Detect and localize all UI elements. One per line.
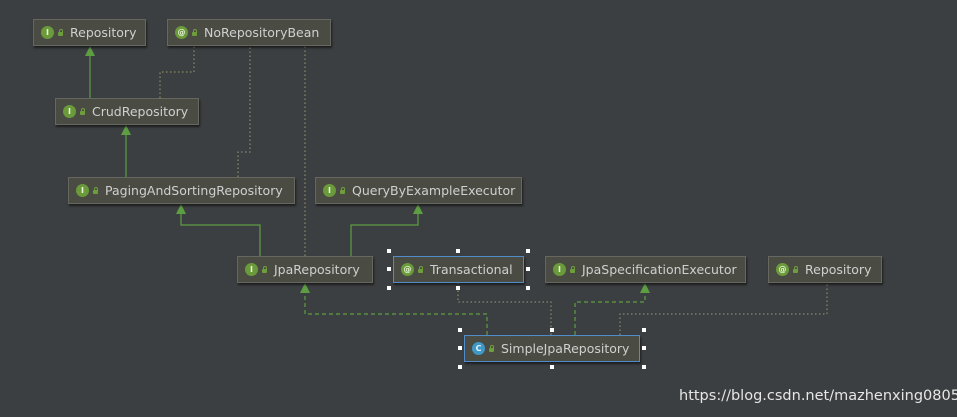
node-label: PagingAndSortingRepository xyxy=(105,183,283,198)
selection-handle[interactable] xyxy=(550,328,554,332)
diagram-canvas: I Repository @ NoRepositoryBean I CrudRe… xyxy=(0,0,957,417)
arrowhead xyxy=(413,204,423,214)
node-label: JpaRepository xyxy=(274,262,360,277)
class-icon: C xyxy=(472,342,485,355)
edge-annotated xyxy=(619,283,828,335)
interface-icon: I xyxy=(553,263,566,276)
lock-icon xyxy=(58,29,64,36)
lock-icon xyxy=(489,345,495,352)
node-label: Repository xyxy=(805,262,872,277)
selection-handle[interactable] xyxy=(642,346,646,350)
edge-annotated xyxy=(237,46,251,177)
watermark: https://blog.csdn.net/mazhenxing0805 xyxy=(679,388,957,404)
annotation-icon: @ xyxy=(401,263,414,276)
edge-annotated xyxy=(457,283,552,335)
node-label: QueryByExampleExecutor xyxy=(352,183,516,198)
node-label: NoRepositoryBean xyxy=(204,25,320,40)
node-querybyexampleexecutor[interactable]: I QueryByExampleExecutor xyxy=(315,177,522,204)
interface-icon: I xyxy=(245,263,258,276)
edge-implements xyxy=(574,290,646,335)
lock-icon xyxy=(93,187,99,194)
selection-handle[interactable] xyxy=(526,286,530,290)
node-label: CrudRepository xyxy=(92,104,189,119)
selection-handle[interactable] xyxy=(642,328,646,332)
node-jparepository[interactable]: I JpaRepository xyxy=(237,256,373,283)
node-label: Transactional xyxy=(430,262,513,277)
selection-handle[interactable] xyxy=(387,286,391,290)
selection-handle[interactable] xyxy=(458,328,462,332)
node-jpaspecificationexecutor[interactable]: I JpaSpecificationExecutor xyxy=(545,256,746,283)
node-label: SimpleJpaRepository xyxy=(501,341,630,356)
lock-icon xyxy=(418,266,424,273)
node-label: JpaSpecificationExecutor xyxy=(582,262,737,277)
selection-handle[interactable] xyxy=(456,249,460,253)
interface-icon: I xyxy=(76,184,89,197)
lock-icon xyxy=(192,29,198,36)
interface-icon: I xyxy=(63,105,76,118)
selection-handle[interactable] xyxy=(458,365,462,369)
selection-handle[interactable] xyxy=(387,249,391,253)
node-repository[interactable]: I Repository xyxy=(33,19,146,46)
node-crudrepository[interactable]: I CrudRepository xyxy=(55,98,199,125)
selection-handle[interactable] xyxy=(387,267,391,271)
node-pagingandsortingrepository[interactable]: I PagingAndSortingRepository xyxy=(68,177,295,204)
selection-handle[interactable] xyxy=(642,365,646,369)
selection-handle[interactable] xyxy=(550,365,554,369)
lock-icon xyxy=(793,266,799,273)
node-norepositorybean[interactable]: @ NoRepositoryBean xyxy=(167,19,331,46)
annotation-icon: @ xyxy=(776,263,789,276)
lock-icon xyxy=(340,187,346,194)
interface-icon: I xyxy=(41,26,54,39)
node-label: Repository xyxy=(70,25,137,40)
arrowhead xyxy=(300,283,310,293)
edge-extends xyxy=(180,211,261,256)
lock-icon xyxy=(80,108,86,115)
edge-extends xyxy=(350,211,419,256)
selection-handle[interactable] xyxy=(458,346,462,350)
arrowhead xyxy=(640,283,650,293)
lock-icon xyxy=(570,266,576,273)
selection-handle[interactable] xyxy=(456,286,460,290)
selection-handle[interactable] xyxy=(526,249,530,253)
interface-icon: I xyxy=(323,184,336,197)
node-repository-annotation[interactable]: @ Repository xyxy=(768,256,882,283)
edge-annotated xyxy=(159,46,195,98)
arrowhead xyxy=(85,46,95,56)
annotation-icon: @ xyxy=(175,26,188,39)
selection-handle[interactable] xyxy=(526,267,530,271)
arrowhead xyxy=(176,204,186,214)
arrowhead xyxy=(121,125,131,135)
node-simplejparepository[interactable]: C SimpleJpaRepository xyxy=(464,335,640,362)
node-transactional[interactable]: @ Transactional xyxy=(393,256,524,283)
lock-icon xyxy=(262,266,268,273)
